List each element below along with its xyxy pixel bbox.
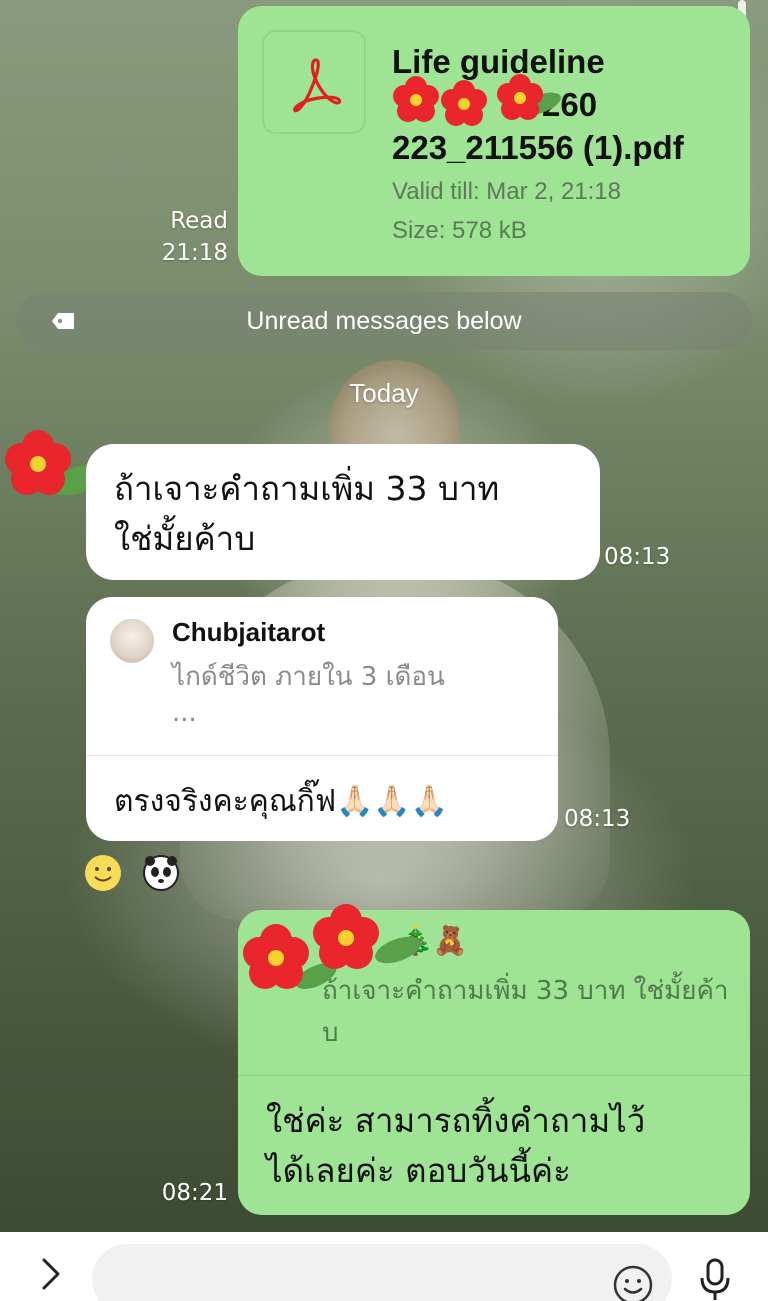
read-status: Read [170,208,228,234]
message-time: 21:18 [161,240,228,266]
message-line: ถ้าเจาะคำถามเพิ่ม 33 บาท [114,469,500,508]
tag-icon [52,313,74,329]
avatar [110,619,154,663]
quote-line: ไกด์ชีวิต ภายใน 3 เดือน [172,662,445,692]
message-text: ถ้าเจาะคำถามเพิ่ม 33 บาท ใช่มั้ยค้าบ [114,464,584,564]
flower-sticker [393,74,561,126]
pdf-size: Size: 578 kB [392,217,527,244]
flower-sticker [243,904,421,989]
quote-line: ... [172,698,197,728]
read-receipt: Read 21:18 [150,205,228,269]
reply-divider [86,755,558,756]
message-text: ใช่ค่ะ สามารถทิ้งคำถามไว้ ได้เลยค่ะ ตอบว… [266,1096,736,1196]
chevron-right-icon[interactable] [38,1256,64,1292]
emoji-icon[interactable] [612,1264,654,1301]
date-separator: Today [349,378,419,408]
unread-banner-label: Unread messages below [246,307,522,335]
message-text: ตรงจริงคะคุณกิ๊ฟ🙏🏻🙏🏻🙏🏻 [114,784,449,819]
message-line: ได้เลยค่ะ ตอบวันนี้ค่ะ [266,1151,571,1190]
message-time: 08:21 [161,1180,228,1206]
pdf-file-message[interactable]: Life guideline 260 223_211556 (1).pdf Va… [238,6,750,276]
pdf-icon [262,30,366,134]
message-input-bar [0,1232,768,1301]
smile-emoji-icon[interactable] [84,854,122,892]
incoming-reply-message[interactable]: Chubjaitarot ไกด์ชีวิต ภายใน 3 เดือน ...… [86,597,558,841]
panda-sticker-icon[interactable] [142,854,180,892]
pdf-valid-till: Valid till: Mar 2, 21:18 [392,178,621,205]
message-input[interactable] [92,1244,672,1301]
incoming-message[interactable]: ถ้าเจาะคำถามเพิ่ม 33 บาท ใช่มั้ยค้าบ [86,444,600,580]
message-line: ใช่ค่ะ สามารถทิ้งคำถามไว้ [266,1101,646,1140]
file-name-line: 223_211556 (1).pdf [392,129,684,166]
unread-messages-banner: Unread messages below [16,292,752,350]
reply-quoted-text[interactable]: ไกด์ชีวิต ภายใน 3 เดือน ... [172,659,532,731]
reply-sender-name: Chubjaitarot [172,617,326,647]
message-time: 08:13 [564,806,631,832]
message-time: 08:13 [604,544,671,570]
message-line: ใช่มั้ยค้าบ [114,519,256,558]
microphone-icon[interactable] [698,1258,732,1301]
